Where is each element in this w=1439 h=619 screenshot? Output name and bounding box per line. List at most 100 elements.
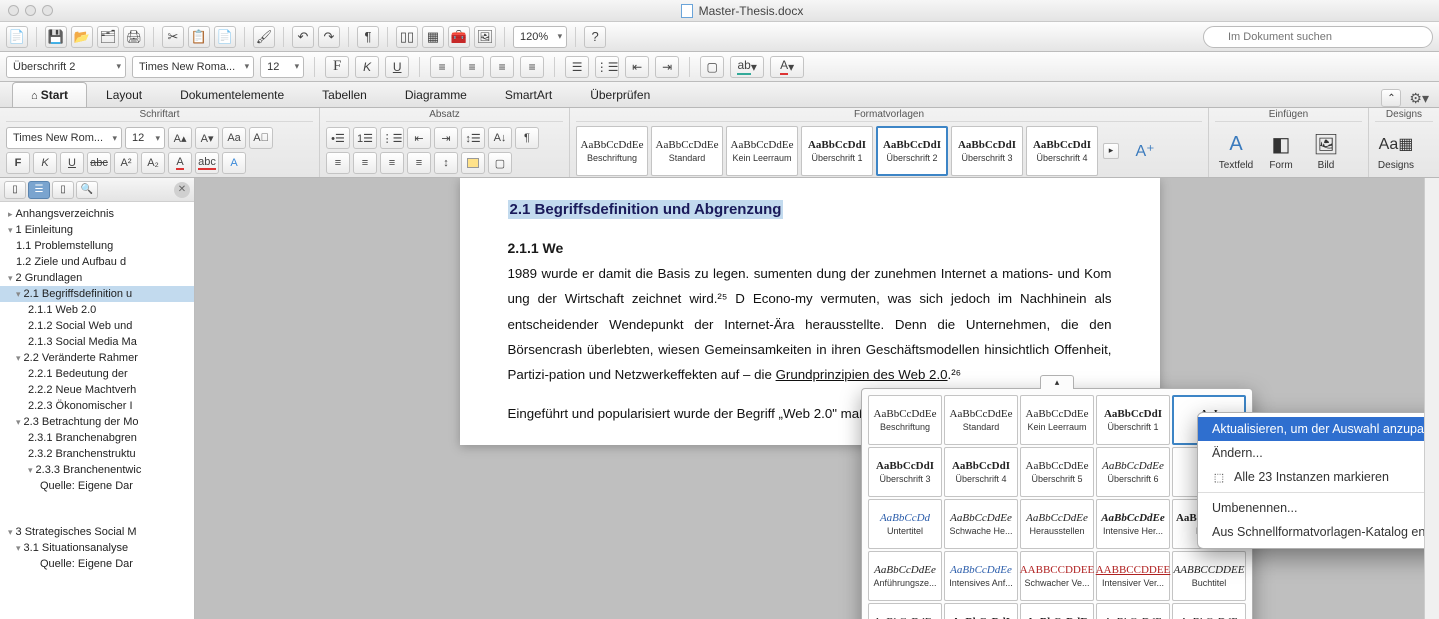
- search-input[interactable]: [1203, 26, 1433, 48]
- align-justify-r[interactable]: ≡: [407, 152, 431, 174]
- help-button[interactable]: ?: [584, 26, 606, 48]
- font-color-btn-r[interactable]: A: [168, 152, 192, 174]
- gallery-tile--berschrift-6[interactable]: AaBbCcDdEeÜberschrift 6: [1096, 447, 1170, 497]
- font-combo[interactable]: Times New Roma...: [132, 56, 254, 78]
- style-tile-überschrift-4[interactable]: AaBbCcDdIÜberschrift 4: [1026, 126, 1098, 176]
- change-case-button[interactable]: Aa: [222, 127, 246, 149]
- zoom-combo[interactable]: 120%: [513, 26, 567, 48]
- align-left-r[interactable]: ≡: [326, 152, 350, 174]
- nav-item[interactable]: Quelle: Eigene Dar: [0, 478, 194, 494]
- underline-button[interactable]: U: [385, 56, 409, 78]
- new-doc-button[interactable]: 📄: [6, 26, 28, 48]
- underline-btn-r[interactable]: U: [60, 152, 84, 174]
- gallery-tile--berschrift-4[interactable]: AaBbCcDdIÜberschrift 4: [944, 447, 1018, 497]
- align-left-button[interactable]: ≡: [430, 56, 454, 78]
- nav-item[interactable]: Quelle: Eigene Dar: [0, 556, 194, 572]
- bild-button[interactable]: 🖼Bild: [1305, 127, 1347, 175]
- form-button[interactable]: ◧Form: [1260, 127, 1302, 175]
- size-combo[interactable]: 12: [260, 56, 304, 78]
- format-painter-button[interactable]: 🖌: [253, 26, 275, 48]
- designs-button[interactable]: Aa▦Designs: [1375, 127, 1417, 175]
- style-tile-standard[interactable]: AaBbCcDdEeStandard: [651, 126, 723, 176]
- sidebar-toggle[interactable]: ▯▯: [396, 26, 418, 48]
- subscript-btn[interactable]: A₂: [141, 152, 165, 174]
- style-tile-beschriftung[interactable]: AaBbCcDdEeBeschriftung: [576, 126, 648, 176]
- gallery-tile-schwacher-ve-[interactable]: AABBCCDDEESchwacher Ve...: [1020, 551, 1094, 601]
- align-center-r[interactable]: ≡: [353, 152, 377, 174]
- gallery-tile-intensives-anf-[interactable]: AaBbCcDdEeIntensives Anf...: [944, 551, 1018, 601]
- copy-button[interactable]: 📋: [188, 26, 210, 48]
- nav-item[interactable]: ▾2 Grundlagen: [0, 270, 194, 286]
- close-window[interactable]: [8, 5, 19, 16]
- nav-item[interactable]: ▾2.2 Veränderte Rahmer: [0, 350, 194, 366]
- style-tile-überschrift-3[interactable]: AaBbCcDdIÜberschrift 3: [951, 126, 1023, 176]
- nav-item[interactable]: 1.2 Ziele und Aufbau d: [0, 254, 194, 270]
- gallery-tile-anf-hrungsze-[interactable]: AaBbCcDdEeAnführungsze...: [868, 551, 942, 601]
- minimize-window[interactable]: [25, 5, 36, 16]
- clear-format-button[interactable]: A⃠: [249, 127, 273, 149]
- numbered-list-button[interactable]: ☰: [565, 56, 589, 78]
- style-combo[interactable]: Überschrift 2: [6, 56, 126, 78]
- bold-button[interactable]: F: [325, 56, 349, 78]
- border-button[interactable]: ▢: [700, 56, 724, 78]
- print-button[interactable]: 🖨: [123, 26, 145, 48]
- gallery-tile-buchtitel[interactable]: AABBCCDDEEBuchtitel: [1172, 551, 1246, 601]
- gallery-tile-intensive-her-[interactable]: AaBbCcDdEeIntensive Her...: [1096, 499, 1170, 549]
- pilcrow-button[interactable]: ¶: [357, 26, 379, 48]
- strike-btn-r[interactable]: abc: [87, 152, 111, 174]
- show-marks-btn[interactable]: ¶: [515, 127, 539, 149]
- sidebar-close-button[interactable]: ✕: [174, 182, 190, 198]
- nav-item[interactable]: ▾2.1 Begriffsdefinition u: [0, 286, 194, 302]
- nav-item[interactable]: ▸Anhangsverzeichnis: [0, 206, 194, 222]
- nav-item[interactable]: ▾3.1 Situationsanalyse: [0, 540, 194, 556]
- sidebar-tab-review[interactable]: ▯: [52, 181, 74, 199]
- nav-item[interactable]: ▾2.3.3 Branchenentwic: [0, 462, 194, 478]
- undo-button[interactable]: ↶: [292, 26, 314, 48]
- gallery-tile-herausstellen[interactable]: AaBbCcDdEeHerausstellen: [1020, 499, 1094, 549]
- tab-tabellen[interactable]: Tabellen: [303, 82, 386, 107]
- outdent-button[interactable]: ⇤: [625, 56, 649, 78]
- zoom-window[interactable]: [42, 5, 53, 16]
- sidebar-tab-outline[interactable]: ☰: [28, 181, 50, 199]
- tab-smartart[interactable]: SmartArt: [486, 82, 571, 107]
- grow-font-button[interactable]: A▴: [168, 127, 192, 149]
- align-right-button[interactable]: ≡: [490, 56, 514, 78]
- gallery-collapse-tab[interactable]: ▴: [1040, 375, 1074, 389]
- tab-diagramme[interactable]: Diagramme: [386, 82, 486, 107]
- gallery-tile-beschriftung[interactable]: AaBbCcDdEeBeschriftung: [868, 395, 942, 445]
- ctx-remove-from-gallery[interactable]: Aus Schnellformatvorlagen-Katalog entfer…: [1198, 520, 1424, 544]
- textfeld-button[interactable]: ATextfeld: [1215, 127, 1257, 175]
- tab-dokumentelemente[interactable]: Dokumentelemente: [161, 82, 303, 107]
- ctx-update-to-match[interactable]: Aktualisieren, um der Auswahl anzupassen: [1198, 417, 1424, 441]
- nav-item[interactable]: 2.3.2 Branchenstruktu: [0, 446, 194, 462]
- save-as-button[interactable]: 🗂: [97, 26, 119, 48]
- bulleted-list-button[interactable]: ⋮☰: [595, 56, 619, 78]
- indent-button[interactable]: ⇥: [655, 56, 679, 78]
- open-button[interactable]: 📂: [71, 26, 93, 48]
- shading-btn[interactable]: [461, 152, 485, 174]
- ctx-select-all-instances[interactable]: ⬚Alle 23 Instanzen markieren: [1198, 465, 1424, 489]
- gallery-tile--berschrift-3[interactable]: AaBbCcDdIÜberschrift 3: [868, 447, 942, 497]
- media-button[interactable]: 🖼: [474, 26, 496, 48]
- tab-layout[interactable]: Layout: [87, 82, 161, 107]
- gallery-tile--berschrift-5[interactable]: AaBbCcDdEeÜberschrift 5: [1020, 447, 1094, 497]
- sidebar-tab-thumbnails[interactable]: ▯: [4, 181, 26, 199]
- align-center-button[interactable]: ≡: [460, 56, 484, 78]
- gallery-tile-verzeichnis-3[interactable]: AaBbCcDdEVerzeichnis 3: [1172, 603, 1246, 619]
- italic-btn-r[interactable]: K: [33, 152, 57, 174]
- nav-item[interactable]: 2.1.3 Social Media Ma: [0, 334, 194, 350]
- styles-more-button[interactable]: ▸: [1103, 143, 1119, 159]
- tab-ueberpruefen[interactable]: Überprüfen: [571, 82, 669, 107]
- nav-item[interactable]: ▾1 Einleitung: [0, 222, 194, 238]
- align-justify-button[interactable]: ≡: [520, 56, 544, 78]
- ribbon-size-combo[interactable]: 12: [125, 127, 165, 149]
- ribbon-font-combo[interactable]: Times New Rom...: [6, 127, 122, 149]
- save-button[interactable]: 💾: [45, 26, 67, 48]
- nav-item[interactable]: ▾2.3 Betrachtung der Mo: [0, 414, 194, 430]
- ctx-modify[interactable]: Ändern...: [1198, 441, 1424, 465]
- text-effects-btn[interactable]: A: [222, 152, 246, 174]
- highlight-button[interactable]: ab▾: [730, 56, 764, 78]
- sort-btn[interactable]: A↓: [488, 127, 512, 149]
- line-spacing-btn[interactable]: ↕☰: [461, 127, 485, 149]
- gallery-tile-intensiver-ver-[interactable]: AABBCCDDEEIntensiver Ver...: [1096, 551, 1170, 601]
